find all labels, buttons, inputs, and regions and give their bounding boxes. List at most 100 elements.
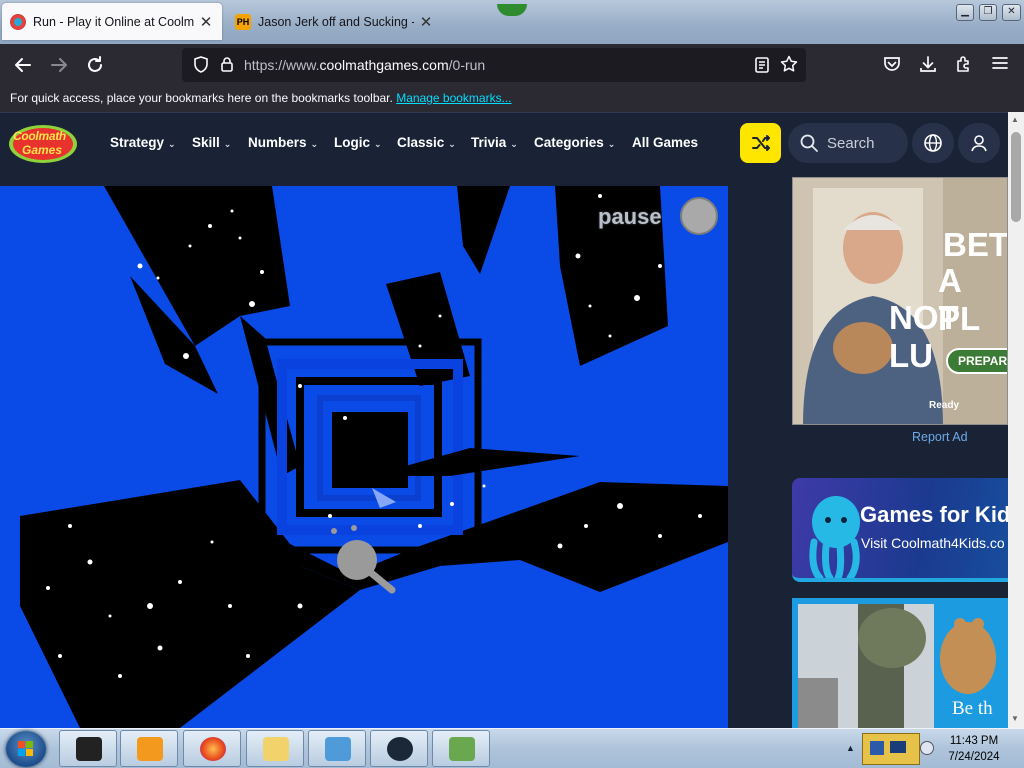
nav-skill[interactable]: Skill ⌄ [192,135,231,150]
minecraft-icon [449,737,475,761]
windows-logo-icon [18,741,33,756]
taskbar-steam[interactable] [370,730,428,767]
start-button[interactable] [6,731,46,767]
taskbar-clock[interactable]: 11:43 PM 7/24/2024 [942,733,1006,765]
nav-classic[interactable]: Classic ⌄ [397,135,456,150]
chevron-down-icon: ⌄ [510,139,518,149]
firefox-icon [200,737,226,761]
bookmarks-toolbar: For quick access, place your bookmarks h… [0,86,1024,112]
chevron-down-icon: ⌄ [310,139,319,149]
page-scrollbar[interactable]: ▲ ▼ [1008,112,1024,728]
downloads-icon[interactable] [917,54,939,76]
reader-view-icon[interactable] [754,56,770,77]
coolmath-favicon-icon [10,13,26,30]
folder-icon [263,737,289,761]
tab-title: Run - Play it Online at Coolmath [33,14,194,29]
ad-ready-logo: Ready [929,400,960,411]
url-text[interactable]: https://www.coolmathgames.com/0-run [244,57,485,73]
site-search-button[interactable]: Search [788,123,908,163]
back-arrow-icon[interactable] [12,54,34,76]
taskbar-photo-viewer[interactable] [308,730,366,767]
taskbar-minecraft[interactable] [432,730,490,767]
scrollbar-thumb[interactable] [1011,132,1021,222]
chevron-down-icon: ⌄ [448,139,456,149]
close-tab-icon[interactable]: ✕ [198,13,214,31]
game-canvas[interactable] [0,186,728,728]
ad-text-line1: BET [943,226,1008,263]
taskbar-firefox[interactable] [183,730,241,767]
coolmath-games-logo[interactable]: Coolmath Games [8,123,78,165]
ad2-title: Games for Kid [860,502,1008,527]
nav-categories[interactable]: Categories ⌄ [534,135,615,150]
extensions-icon[interactable] [953,54,975,76]
taskbar-media-player[interactable] [120,730,178,767]
windows-taskbar: ▲ 11:43 PM 7/24/2024 [0,728,1024,768]
network-icon[interactable] [890,741,906,753]
globe-icon [924,134,942,152]
photo-viewer-icon [325,737,351,761]
report-ad-link[interactable]: Report Ad [912,430,968,444]
forward-arrow-icon[interactable] [48,54,70,76]
taskbar-app-black-box[interactable] [59,730,117,767]
account-button[interactable] [958,123,1000,163]
steam-icon [387,737,413,761]
chevron-down-icon: ⌄ [374,139,382,149]
close-tab-icon[interactable]: ✕ [418,13,434,31]
logo-text-line1: Coolmath [13,129,66,143]
run-game-scene [0,186,728,728]
black-box-app-icon [76,737,102,761]
logo-text-line2: Games [22,143,63,157]
navigation-toolbar: https://www.coolmathgames.com/0-run [0,44,1024,86]
pocket-icon[interactable] [881,54,903,76]
shuffle-icon [751,135,770,151]
nav-numbers[interactable]: Numbers ⌄ [248,135,318,150]
media-player-icon [137,737,163,761]
language-globe-button[interactable] [912,123,954,163]
tab-title: Jason Jerk off and Sucking - Po [258,14,414,29]
nav-all-games[interactable]: All Games [632,135,698,150]
close-window-button[interactable]: ✕ [1002,4,1021,21]
ad2-subtitle: Visit Coolmath4Kids.co [861,535,1005,551]
advertisement-banner[interactable]: BET A PL NOT LU PREPARE Ready [792,177,1008,425]
chevron-down-icon: ⌄ [607,139,616,149]
scroll-up-arrow-icon[interactable]: ▲ [1011,115,1019,124]
tracking-protection-shield-icon[interactable] [192,56,210,74]
tab-run-coolmath[interactable]: Run - Play it Online at Coolmath ✕ [2,3,222,40]
show-hidden-icons-arrow-icon[interactable]: ▲ [846,743,855,753]
clock-date: 7/24/2024 [948,751,1000,763]
chevron-down-icon: ⌄ [168,139,176,149]
chevron-down-icon: ⌄ [223,139,232,149]
user-icon [971,135,987,152]
ad3-text: Be th [952,698,993,719]
site-header: Coolmath Games Strategy ⌄ Skill ⌄ Numbers ⌄… [0,112,1024,172]
nav-strategy[interactable]: Strategy ⌄ [110,135,176,150]
shuffle-random-game-button[interactable] [740,123,781,163]
browser-tab-strip: Run - Play it Online at Coolmath ✕ PH Ja… [0,0,1024,44]
menu-hamburger-icon[interactable] [989,54,1011,76]
ph-favicon-icon: PH [235,13,251,30]
manage-bookmarks-link[interactable]: Manage bookmarks... [396,91,511,105]
pause-label[interactable]: pause [598,204,662,230]
bookmarks-hint-text: For quick access, place your bookmarks h… [10,91,393,105]
taskbar-file-explorer[interactable] [246,730,304,767]
clock-time: 11:43 PM [949,735,999,747]
address-bar[interactable]: https://www.coolmathgames.com/0-run [182,48,806,82]
search-label: Search [827,135,875,152]
tab-second[interactable]: PH Jason Jerk off and Sucking - Po ✕ [227,3,442,40]
minimize-button[interactable]: ▁ [956,4,974,21]
coolmath4kids-banner[interactable]: Games for Kid Visit Coolmath4Kids.co [792,478,1008,582]
octopus-mascot-icon [809,496,860,578]
nav-logic[interactable]: Logic ⌄ [334,135,382,150]
nav-trivia[interactable]: Trivia ⌄ [471,135,518,150]
restore-button[interactable]: ❐ [979,4,997,21]
search-icon [799,133,819,153]
volume-icon[interactable] [920,741,934,755]
pause-button[interactable] [680,197,718,235]
tray-app-icon[interactable] [870,741,884,755]
lock-icon[interactable] [218,56,236,74]
scroll-down-arrow-icon[interactable]: ▼ [1011,714,1019,723]
reload-icon[interactable] [84,54,106,76]
ad-prepare-button[interactable]: PREPARE [946,348,1007,374]
advertisement-banner-2[interactable]: Be th [792,598,1008,728]
bookmark-star-icon[interactable] [780,55,798,78]
